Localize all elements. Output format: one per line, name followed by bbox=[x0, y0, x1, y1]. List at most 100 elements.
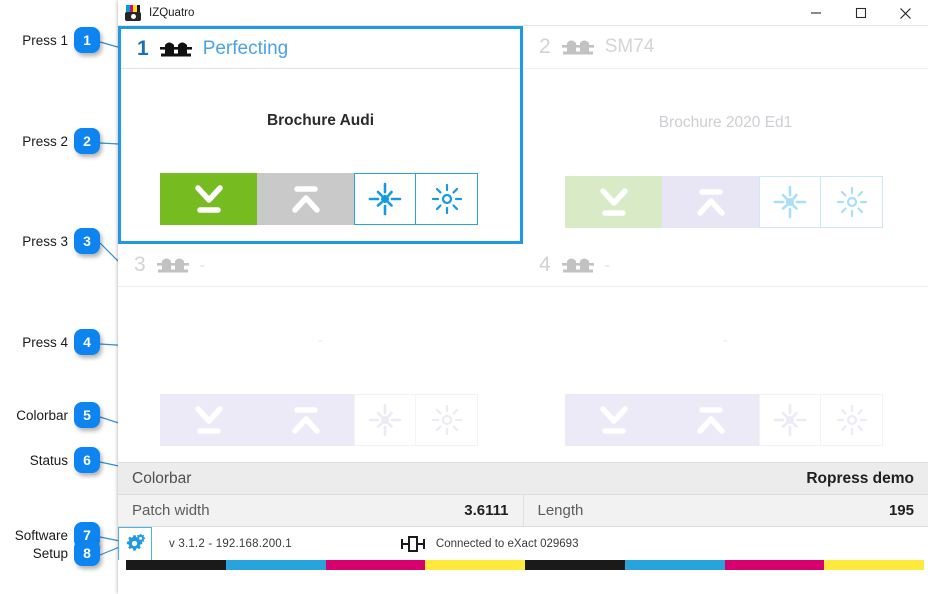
press-3-number: 3 bbox=[134, 253, 146, 276]
colorbar-header-row: Colorbar Ropress demo bbox=[118, 462, 928, 494]
callout-setup: Setup 8 bbox=[10, 540, 100, 566]
press-panel-2[interactable]: 2 SM74 Brochure 2020 Ed1 bbox=[523, 26, 928, 244]
press-4-header: 4 - bbox=[523, 244, 928, 287]
cmyk-swatch bbox=[724, 560, 825, 570]
register-button-3[interactable] bbox=[354, 394, 416, 446]
density-button-1[interactable] bbox=[416, 173, 478, 225]
measure-down-button-1[interactable] bbox=[160, 173, 257, 225]
length-cell: Length 195 bbox=[522, 495, 928, 526]
callout-press-1: Press 1 1 bbox=[18, 27, 100, 53]
press-unit-icon bbox=[561, 40, 594, 55]
title-bar: IZQuatro bbox=[118, 0, 928, 26]
press-1-header: 1 Perfecting bbox=[121, 29, 520, 69]
callout-label-press-4: Press 4 bbox=[22, 334, 68, 350]
callout-status: Status 6 bbox=[10, 447, 100, 473]
callout-badge-5: 5 bbox=[74, 402, 100, 428]
cmyk-swatch bbox=[325, 560, 426, 570]
colorbar-values-row: Patch width 3.6111 Length 195 bbox=[118, 494, 928, 526]
press-2-job: Brochure 2020 Ed1 bbox=[658, 113, 793, 131]
callout-label-press-3: Press 3 bbox=[22, 233, 68, 249]
callout-label-press-2: Press 2 bbox=[22, 133, 68, 149]
press-panel-4[interactable]: 4 - - bbox=[523, 244, 928, 462]
cmyk-color-strip bbox=[118, 560, 928, 570]
measure-down-button-2[interactable] bbox=[565, 176, 662, 228]
press-2-number: 2 bbox=[539, 35, 551, 58]
callout-label-press-1: Press 1 bbox=[22, 32, 68, 48]
press-panel-1[interactable]: 1 Perfecting Brochure Audi bbox=[118, 26, 523, 244]
callout-press-4: Press 4 4 bbox=[18, 329, 100, 355]
window-controls bbox=[793, 0, 928, 26]
register-button-2[interactable] bbox=[759, 176, 821, 228]
window-title: IZQuatro bbox=[149, 6, 195, 19]
callout-badge-3: 3 bbox=[74, 228, 100, 254]
press-3-job: - bbox=[317, 331, 324, 349]
callout-label-colorbar: Colorbar bbox=[16, 407, 68, 423]
device-status-text: Connected to eXact 029693 bbox=[435, 537, 579, 550]
maximize-icon[interactable] bbox=[838, 0, 883, 26]
callout-badge-2: 2 bbox=[74, 128, 100, 154]
press-1-number: 1 bbox=[137, 36, 149, 60]
length-label: Length bbox=[537, 502, 584, 519]
gear-icon bbox=[126, 533, 146, 551]
press-unit-icon bbox=[156, 258, 189, 273]
register-button-1[interactable] bbox=[354, 173, 416, 225]
close-icon[interactable] bbox=[883, 0, 928, 26]
press-2-buttons bbox=[565, 176, 928, 228]
callout-label-status: Status bbox=[29, 452, 68, 468]
device-status: Connected to eXact 029693 bbox=[400, 534, 579, 554]
measure-down-button-4[interactable] bbox=[565, 394, 662, 446]
cmyk-swatch bbox=[824, 560, 924, 570]
press-panel-3[interactable]: 3 - - bbox=[118, 244, 523, 462]
press-grid: 1 Perfecting Brochure Audi 2 SM74 Brochu… bbox=[118, 26, 928, 462]
press-3-buttons bbox=[160, 394, 523, 446]
press-3-header: 3 - bbox=[118, 244, 523, 287]
callout-press-2: Press 2 2 bbox=[18, 128, 100, 154]
press-unit-icon bbox=[159, 42, 192, 56]
minimize-icon[interactable] bbox=[793, 0, 838, 26]
measure-up-button-3[interactable] bbox=[257, 394, 354, 446]
length-value: 195 bbox=[888, 502, 914, 519]
patch-width-value: 3.6111 bbox=[464, 502, 509, 519]
device-connector-icon bbox=[400, 535, 425, 552]
cmyk-swatch bbox=[425, 560, 525, 570]
callout-press-3: Press 3 3 bbox=[18, 228, 100, 254]
press-3-name: - bbox=[199, 256, 205, 274]
density-button-2[interactable] bbox=[821, 176, 883, 228]
measure-up-button-2[interactable] bbox=[662, 176, 759, 228]
measure-down-button-3[interactable] bbox=[160, 394, 257, 446]
density-button-4[interactable] bbox=[821, 394, 883, 446]
press-1-name: Perfecting bbox=[202, 37, 289, 59]
colorbar-preset: Ropress demo bbox=[806, 469, 914, 487]
press-4-job: - bbox=[722, 331, 729, 349]
density-button-3[interactable] bbox=[416, 394, 478, 446]
press-4-name: - bbox=[604, 256, 610, 274]
measure-up-button-4[interactable] bbox=[662, 394, 759, 446]
patch-width-cell: Patch width 3.6111 bbox=[118, 495, 523, 526]
colorbar-title-cell: Colorbar bbox=[118, 463, 523, 494]
cmyk-swatch bbox=[624, 560, 725, 570]
press-4-number: 4 bbox=[539, 253, 551, 276]
press-1-job: Brochure Audi bbox=[266, 112, 375, 129]
register-button-4[interactable] bbox=[759, 394, 821, 446]
callout-badge-4: 4 bbox=[74, 329, 100, 355]
app-logo-icon bbox=[125, 4, 141, 21]
measure-up-button-1[interactable] bbox=[257, 173, 354, 225]
press-2-header: 2 SM74 bbox=[523, 26, 928, 69]
patch-width-label: Patch width bbox=[132, 502, 210, 519]
izquatro-window: IZQuatro 1 Perfecting Brochure Audi 2 SM… bbox=[118, 0, 928, 594]
software-status-row: v 3.1.2 - 192.168.200.1 Connected to eXa… bbox=[118, 526, 928, 561]
colorbar-title: Colorbar bbox=[132, 469, 192, 487]
callout-badge-8: 8 bbox=[74, 540, 100, 566]
press-2-name: SM74 bbox=[604, 36, 655, 57]
callout-label-setup: Setup bbox=[32, 545, 68, 561]
press-4-buttons bbox=[565, 394, 928, 446]
callout-badge-6: 6 bbox=[74, 447, 100, 473]
setup-button[interactable] bbox=[118, 526, 152, 561]
colorbar-preset-cell: Ropress demo bbox=[523, 463, 928, 494]
software-version: v 3.1.2 - 192.168.200.1 bbox=[169, 537, 292, 550]
callout-colorbar: Colorbar 5 bbox=[10, 402, 100, 428]
press-unit-icon bbox=[561, 258, 594, 273]
cmyk-swatch bbox=[225, 560, 326, 570]
callout-badge-1: 1 bbox=[74, 27, 100, 53]
cmyk-swatch bbox=[126, 560, 226, 570]
